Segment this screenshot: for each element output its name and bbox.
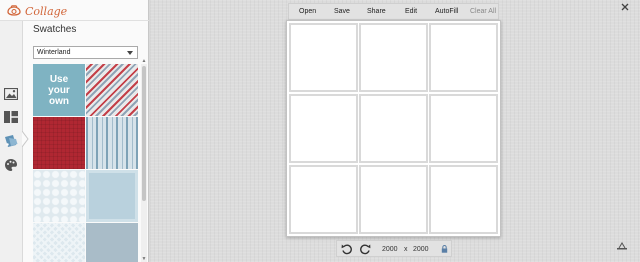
edit-button[interactable]: Edit xyxy=(405,8,417,15)
collage-canvas xyxy=(286,20,501,237)
lock-icon[interactable] xyxy=(441,245,448,253)
app-name: Collage xyxy=(25,4,68,18)
swatch-tile[interactable] xyxy=(86,223,138,262)
use-your-own-swatch[interactable]: Use your own xyxy=(33,64,85,116)
camera-logo-icon xyxy=(7,5,21,16)
swatches-tool-button[interactable] xyxy=(3,134,19,148)
left-panel: Collage Swatches Winterland Use your own… xyxy=(0,0,149,262)
rotate-right-icon[interactable] xyxy=(359,243,371,255)
layouts-tool-button[interactable] xyxy=(3,110,19,124)
collage-cell[interactable] xyxy=(289,23,358,92)
collage-cell[interactable] xyxy=(289,165,358,234)
top-toolbar: Open Save Share Edit AutoFill Clear All xyxy=(288,3,499,20)
canvas-height-value[interactable]: 2000 xyxy=(413,246,429,253)
swatch-tile[interactable] xyxy=(33,170,85,222)
stickers-tool-button[interactable] xyxy=(3,158,19,172)
tool-rail xyxy=(0,21,23,262)
palette-icon xyxy=(5,159,17,171)
scroll-down-arrow-icon[interactable]: ▼ xyxy=(141,256,147,262)
autofill-button[interactable]: AutoFill xyxy=(435,8,458,15)
swatch-theme-dropdown[interactable]: Winterland xyxy=(33,46,138,59)
swatch-tile[interactable] xyxy=(33,117,85,169)
dropdown-selected-value: Winterland xyxy=(37,49,71,56)
zoom-icon xyxy=(617,242,627,250)
chevron-down-icon xyxy=(127,51,133,55)
collage-cell[interactable] xyxy=(289,94,358,163)
swatch-tile[interactable] xyxy=(33,223,85,262)
swatches-icon xyxy=(4,135,17,147)
share-button[interactable]: Share xyxy=(367,8,386,15)
scrollbar-thumb[interactable] xyxy=(142,66,146,201)
swatch-label: Use your own xyxy=(48,73,70,107)
close-icon[interactable] xyxy=(621,3,629,11)
panel-title: Swatches xyxy=(33,24,77,35)
photos-tool-button[interactable] xyxy=(3,87,19,101)
canvas-width-value[interactable]: 2000 xyxy=(382,246,398,253)
active-tool-caret-icon xyxy=(22,131,29,147)
swatch-tile[interactable] xyxy=(86,117,138,169)
collage-cell[interactable] xyxy=(359,94,428,163)
save-button[interactable]: Save xyxy=(334,8,350,15)
collage-cell[interactable] xyxy=(359,23,428,92)
collage-cell[interactable] xyxy=(429,165,498,234)
swatch-grid: Use your own xyxy=(33,64,139,262)
layouts-icon xyxy=(4,111,18,123)
collage-cell[interactable] xyxy=(359,165,428,234)
open-button[interactable]: Open xyxy=(299,8,316,15)
scroll-up-arrow-icon[interactable]: ▲ xyxy=(141,58,147,64)
app-logo: Collage xyxy=(6,2,67,20)
swatch-scrollbar[interactable]: ▲ ▼ xyxy=(141,58,147,262)
collage-cell[interactable] xyxy=(429,23,498,92)
collage-cell[interactable] xyxy=(429,94,498,163)
clear-all-button[interactable]: Clear All xyxy=(470,8,496,15)
dimension-separator: x xyxy=(404,246,408,253)
photos-icon xyxy=(4,88,18,100)
canvas-size-bar: 2000 x 2000 xyxy=(336,240,452,257)
rotate-left-icon[interactable] xyxy=(341,243,353,255)
swatch-tile[interactable] xyxy=(86,64,138,116)
swatch-tile[interactable] xyxy=(86,170,138,222)
zoom-control[interactable] xyxy=(612,240,632,258)
